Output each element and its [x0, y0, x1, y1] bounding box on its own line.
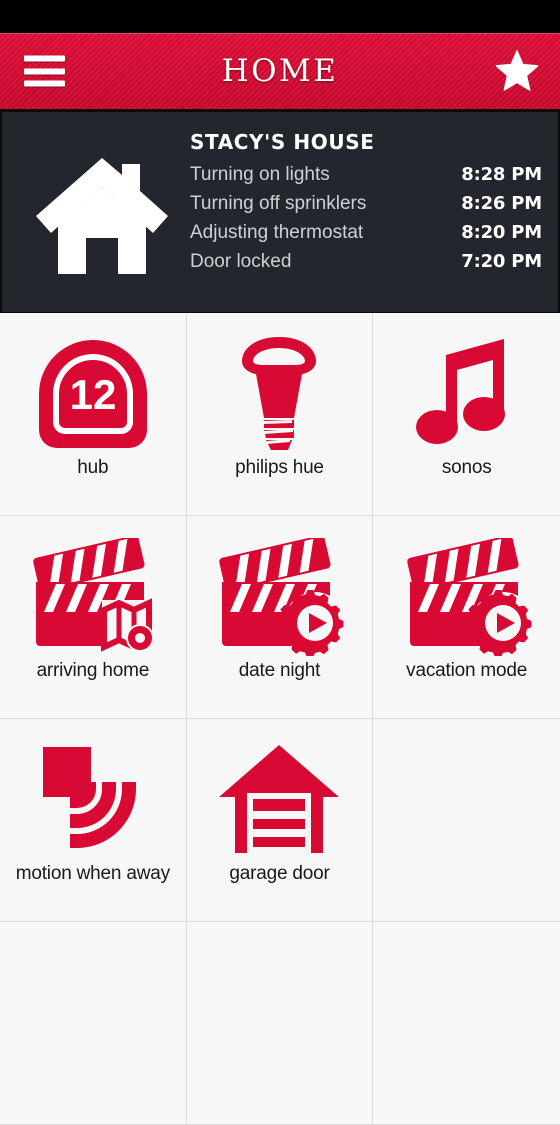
music-note-icon: [415, 335, 518, 453]
activity-label: Adjusting thermostat: [190, 222, 364, 243]
house-name: STACY'S HOUSE: [190, 130, 375, 154]
tile-label: garage door: [229, 863, 330, 884]
tile-garage-door[interactable]: garage door: [186, 719, 374, 922]
tile-label: arriving home: [36, 660, 150, 681]
garage-door-icon: [217, 741, 341, 859]
activity-row: Door locked 7:20 PM: [190, 251, 542, 273]
tile-date-night[interactable]: date night: [186, 516, 374, 719]
tile-hub[interactable]: 12 hub: [0, 313, 187, 516]
clapperboard-gear-icon: [402, 538, 532, 656]
hub-icon: 12: [34, 335, 152, 453]
tile-label: philips hue: [235, 457, 324, 478]
activity-row: Turning on lights 8:28 PM: [190, 164, 542, 186]
motion-sensor-icon: [33, 741, 153, 859]
activity-time: 8:26 PM: [461, 193, 542, 214]
activity-time: 8:28 PM: [461, 164, 542, 185]
activity-label: Turning off sprinklers: [190, 193, 367, 214]
tile-label: hub: [77, 457, 109, 478]
tile-label: sonos: [441, 457, 492, 478]
house-icon: [18, 130, 186, 276]
tile-sonos[interactable]: sonos: [373, 313, 560, 516]
tile-label: motion when away: [15, 863, 170, 884]
hamburger-bar-1: [24, 55, 65, 62]
tile-label: date night: [238, 660, 321, 681]
tile-vacation-mode[interactable]: vacation mode: [373, 516, 560, 719]
tile-empty: [373, 719, 560, 922]
activity-row: Turning off sprinklers 8:26 PM: [190, 193, 542, 215]
activity-panel[interactable]: STACY'S HOUSE Turning on lights 8:28 PM …: [0, 111, 560, 313]
tile-empty: [0, 922, 187, 1125]
activity-time: 8:20 PM: [461, 222, 542, 243]
activity-list: STACY'S HOUSE Turning on lights 8:28 PM …: [186, 130, 542, 280]
tile-motion-when-away[interactable]: motion when away: [0, 719, 187, 922]
activity-row: Adjusting thermostat 8:20 PM: [190, 222, 542, 244]
tile-empty: [373, 922, 560, 1125]
activity-label: Turning on lights: [190, 164, 330, 185]
hub-badge-count: 12: [69, 371, 116, 418]
page-title: HOME: [221, 53, 339, 89]
device-grid: 12 hub philips hue sonos arriving home d…: [0, 313, 560, 1125]
hamburger-bar-2: [24, 68, 65, 74]
tile-empty: [186, 922, 374, 1125]
clapperboard-map-icon: [28, 538, 158, 656]
tile-philips-hue[interactable]: philips hue: [186, 313, 374, 516]
hamburger-bar-3: [24, 80, 65, 87]
clapperboard-gear-icon: [214, 538, 345, 656]
star-icon[interactable]: [494, 48, 540, 94]
activity-time: 7:20 PM: [461, 251, 542, 272]
app-screen: HOME STACY'S HOUSE Turning on lights 8:2…: [0, 0, 560, 1125]
activity-label: Door locked: [190, 251, 292, 272]
app-header: HOME: [0, 33, 560, 111]
lightbulb-icon: [233, 335, 325, 453]
status-bar: [0, 0, 560, 33]
hamburger-menu-icon[interactable]: [24, 55, 65, 87]
tile-label: vacation mode: [406, 660, 528, 681]
tile-arriving-home[interactable]: arriving home: [0, 516, 187, 719]
